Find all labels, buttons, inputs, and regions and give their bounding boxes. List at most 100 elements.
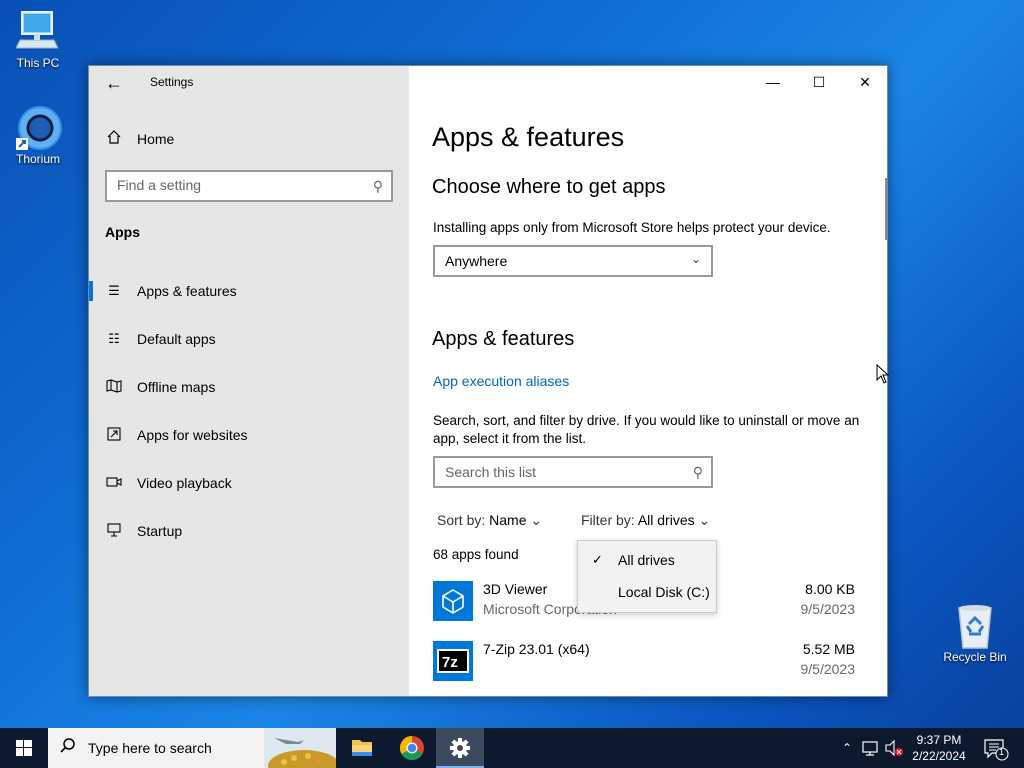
search-list-input[interactable]: Search this list ⚲ [433,456,713,488]
recycle-bin-icon [953,602,997,649]
desktop-icon-this-pc[interactable]: This PC [6,8,70,70]
app-date: 9/5/2023 [800,661,856,677]
volume-button[interactable] [884,728,904,768]
sidebar-item-video-playback[interactable]: Video playback [89,463,409,503]
option-label: All drives [618,552,675,568]
page-title: Apps & features [432,122,625,152]
taskbar-search-box[interactable]: Type here to search [48,728,340,768]
clock-date: 2/22/2024 [912,749,966,763]
app-name: 7-Zip 23.01 (x64) [483,641,590,657]
chevron-down-icon: ⌄ [690,252,701,266]
desktop-icon-label: Recycle Bin [943,650,1007,664]
sidebar-item-startup[interactable]: Startup [89,511,409,551]
sidebar-item-apps-features[interactable]: ☰ Apps & features [89,271,409,311]
start-button[interactable] [0,728,48,768]
sidebar-item-label: Default apps [137,331,216,347]
filter-option-local-disk[interactable]: Local Disk (C:) [578,577,718,607]
where-description: Installing apps only from Microsoft Stor… [433,220,831,235]
app-size: 8.00 KB [805,581,855,597]
option-label: Local Disk (C:) [618,584,710,600]
scrollbar-thumb[interactable] [885,178,887,240]
where-heading: Choose where to get apps [432,176,666,198]
sort-label: Sort by: [437,512,486,528]
mouse-cursor-icon [876,363,890,384]
desktop-icon-label: This PC [16,56,60,70]
gear-icon [450,738,470,758]
search-icon [48,737,88,760]
7zip-icon: 7z [433,641,473,681]
sidebar-item-label: Apps & features [137,283,237,299]
network-icon [862,741,878,756]
list-icon: ☰ [108,283,120,298]
sidebar-item-label: Startup [137,523,183,539]
folder-icon [352,740,372,756]
apps-count: 68 apps found [433,547,519,562]
taskbar: Type here to search ⌃ 9:37 PM 2/22/2024 … [0,728,1024,768]
maximize-icon: ☐ [812,74,826,90]
apps-heading: Apps & features [432,328,575,350]
sidebar-item-default-apps[interactable]: ☷ Default apps [89,319,409,359]
app-list-item[interactable]: 7z 7-Zip 23.01 (x64) 5.52 MB 9/5/2023 [433,637,857,687]
filter-dropdown-button[interactable]: Filter by: All drives ⌄ [581,512,710,529]
close-button[interactable]: ✕ [842,66,887,98]
sidebar-item-label: Apps for websites [137,427,248,443]
default-apps-icon: ☷ [108,331,120,346]
back-arrow-icon[interactable]: ← [103,72,125,94]
filter-option-all-drives[interactable]: ✓ All drives [578,545,718,575]
taskbar-file-explorer[interactable] [338,728,386,768]
chevron-up-icon: ⌃ [841,741,853,755]
sort-value: Name [489,512,527,528]
minimize-icon: — [766,74,780,90]
app-source-select[interactable]: Anywhere ⌄ [433,245,713,277]
maximize-button[interactable]: ☐ [796,66,842,98]
desktop-icon-label: Thorium [15,152,60,166]
close-icon: ✕ [859,74,871,90]
chrome-icon [399,736,424,761]
sidebar-item-label: Home [137,131,175,147]
sidebar-item-home[interactable]: Home [105,128,174,150]
select-value: Anywhere [445,253,508,269]
app-date: 9/5/2023 [800,601,856,617]
app-name: 3D Viewer [483,581,548,597]
find-setting-input[interactable]: Find a setting ⚲ [105,170,393,202]
desktop-icon-thorium[interactable]: Thorium [6,104,70,166]
search-highlight-image [264,728,340,768]
map-icon [105,378,123,396]
sidebar-section-label: Apps [105,224,140,240]
thorium-browser-icon [16,104,62,150]
link-window-icon [105,426,123,444]
taskbar-settings[interactable] [436,728,484,768]
search-placeholder: Search this list [445,464,537,480]
filter-label: Filter by: [581,512,635,528]
volume-muted-icon [885,739,903,757]
settings-sidebar: ← Settings Home Find a setting ⚲ Apps ☰ … [89,66,409,696]
clock[interactable]: 9:37 PM 2/22/2024 [902,728,976,768]
startup-icon [105,522,123,540]
network-button[interactable] [860,728,882,768]
sort-dropdown[interactable]: Sort by: Name ⌄ [437,512,542,529]
taskbar-chrome[interactable] [388,728,436,768]
desktop-icon-recycle-bin[interactable]: Recycle Bin [942,602,1008,664]
filter-dropdown-menu: ✓ All drives Local Disk (C:) [577,540,717,613]
chevron-down-icon: ⌄ [530,512,543,528]
sidebar-item-offline-maps[interactable]: Offline maps [89,367,409,407]
settings-window: ← Settings Home Find a setting ⚲ Apps ☰ … [88,65,888,697]
video-icon [105,476,123,491]
app-size: 5.52 MB [802,641,855,657]
sidebar-item-label: Offline maps [137,379,216,395]
search-description: Search, sort, and filter by drive. If yo… [433,413,860,446]
app-execution-aliases-link[interactable]: App execution aliases [433,373,569,389]
clock-time: 9:37 PM [916,733,962,747]
filter-value: All drives [637,512,695,528]
svg-text:7z: 7z [442,654,458,671]
window-title: Settings [150,75,194,89]
computer-icon [15,8,60,52]
windows-logo-icon [16,740,32,756]
action-center-button[interactable]: 1 [978,728,1018,768]
check-icon: ✓ [592,552,603,567]
taskbar-search-placeholder: Type here to search [88,740,212,756]
search-icon: ⚲ [372,178,383,194]
minimize-button[interactable]: — [750,66,796,98]
sidebar-item-apps-for-websites[interactable]: Apps for websites [89,415,409,455]
show-hidden-icons-button[interactable]: ⌃ [838,728,856,768]
